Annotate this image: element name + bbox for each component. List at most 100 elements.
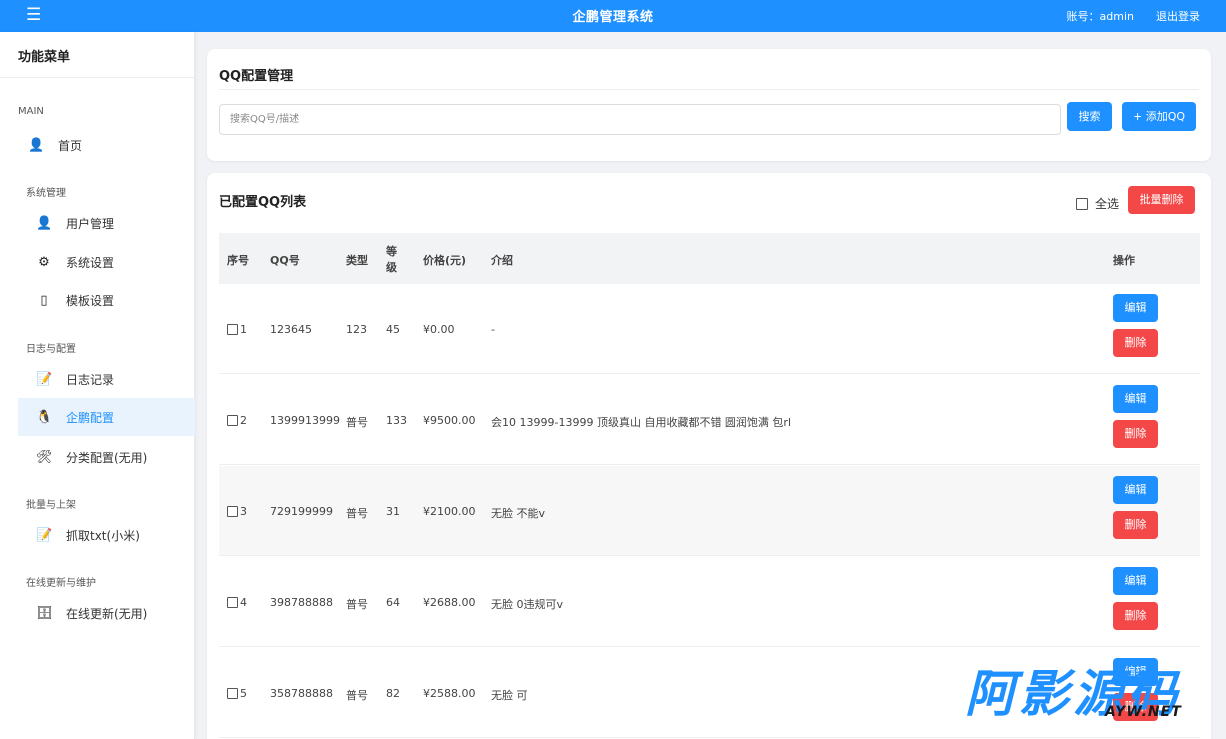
table-row: 1 123645 123 45 ¥0.00 - 编辑 删除	[219, 284, 1200, 374]
row-price: ¥0.00	[423, 323, 455, 336]
row-index: 3	[227, 505, 247, 518]
account-label: 账号：admin	[1066, 10, 1134, 23]
app-title: 企鹏管理系统	[572, 10, 654, 25]
delete-button[interactable]: 删除	[1113, 329, 1158, 357]
header-level: 等级	[386, 245, 397, 274]
sidebar-item-category-config[interactable]: 🛠 分类配置(无用)	[26, 438, 195, 476]
search-button[interactable]: 搜索	[1067, 102, 1112, 131]
note-icon: 📝	[36, 527, 53, 543]
row-level: 133	[386, 414, 407, 427]
table-row: 3 729199999 普号 31 ¥2100.00 无脸 不能v 编辑 删除	[219, 466, 1200, 556]
tools-icon: 🛠	[36, 449, 53, 465]
header-type: 类型	[346, 254, 368, 267]
server-icon: 🗄	[36, 605, 53, 621]
bulk-delete-button[interactable]: 批量删除	[1128, 186, 1195, 214]
sidebar-item-online-update[interactable]: 🗄 在线更新(无用)	[26, 594, 195, 632]
qq-config-title: QQ配置管理	[219, 69, 294, 84]
row-level: 45	[386, 323, 400, 336]
edit-button[interactable]: 编辑	[1113, 385, 1158, 413]
delete-button[interactable]: 删除	[1113, 602, 1158, 630]
delete-button[interactable]: 删除	[1113, 693, 1158, 721]
select-all[interactable]: 全选	[1076, 195, 1119, 212]
header-desc: 介绍	[491, 254, 513, 267]
row-checkbox[interactable]	[227, 687, 238, 699]
row-qq: 729199999	[270, 505, 333, 518]
qq-list-card: 已配置QQ列表 全选 批量删除 序号 QQ号 类型 等级 价格(元) 介绍 操作…	[207, 173, 1211, 739]
sidebar-item-label: 用户管理	[66, 216, 115, 231]
sidebar-group-update: 在线更新与维护	[26, 578, 96, 589]
edit-button[interactable]: 编辑	[1113, 567, 1158, 595]
top-bar: ☰ 企鹏管理系统 账号：admin 退出登录	[0, 0, 1226, 32]
row-qq: 123645	[270, 323, 312, 336]
sidebar-item-fetch-txt[interactable]: 📝 抓取txt(小米)	[26, 516, 195, 554]
row-type: 普号	[346, 416, 368, 429]
sidebar-item-templates[interactable]: ▯ 模板设置	[26, 281, 195, 319]
sidebar-item-label: 系统设置	[66, 255, 115, 270]
header-qq: QQ号	[270, 254, 300, 267]
row-index: 5	[227, 687, 247, 700]
add-qq-button[interactable]: + 添加QQ	[1122, 102, 1196, 131]
search-input[interactable]	[219, 104, 1061, 135]
row-desc: 无脸 可	[491, 689, 528, 702]
row-desc: 会10 13999-13999 顶级真山 自用收藏都不错 圆润饱满 包rl	[491, 416, 792, 429]
row-qq: 1399913999	[270, 414, 340, 427]
sidebar-item-label: 首页	[58, 138, 83, 153]
table-row: 5 358788888 普号 82 ¥2588.00 无脸 可 编辑 删除	[219, 648, 1200, 738]
sidebar-item-home[interactable]: 👤 首页	[18, 126, 195, 164]
header-index: 序号	[227, 254, 249, 267]
delete-button[interactable]: 删除	[1113, 420, 1158, 448]
sidebar-item-label: 企鹏配置	[66, 410, 115, 425]
row-index: 2	[227, 414, 247, 427]
row-type: 普号	[346, 507, 368, 520]
row-type: 普号	[346, 689, 368, 702]
sidebar-item-users[interactable]: 👤 用户管理	[26, 204, 195, 242]
table-header: 序号 QQ号 类型 等级 价格(元) 介绍 操作	[219, 233, 1200, 284]
row-desc: 无脸 不能v	[491, 507, 546, 520]
row-level: 31	[386, 505, 400, 518]
divider	[219, 89, 1199, 90]
sidebar-group-logs: 日志与配置	[26, 344, 76, 355]
header-price: 价格(元)	[423, 254, 467, 267]
row-checkbox[interactable]	[227, 596, 238, 608]
row-checkbox[interactable]	[227, 323, 238, 335]
sidebar-group-main: MAIN	[18, 106, 44, 117]
sidebar-item-label: 模板设置	[66, 293, 115, 308]
row-price: ¥2588.00	[423, 687, 476, 700]
row-checkbox[interactable]	[227, 505, 238, 517]
logout-link[interactable]: 退出登录	[1156, 8, 1200, 24]
sidebar-item-label: 在线更新(无用)	[66, 606, 148, 621]
edit-button[interactable]: 编辑	[1113, 294, 1158, 322]
row-price: ¥9500.00	[423, 414, 476, 427]
table-row: 4 398788888 普号 64 ¥2688.00 无脸 0违规可v 编辑 删…	[219, 557, 1200, 647]
edit-button[interactable]: 编辑	[1113, 476, 1158, 504]
row-price: ¥2688.00	[423, 596, 476, 609]
row-desc: -	[491, 323, 495, 336]
row-desc: 无脸 0违规可v	[491, 598, 564, 611]
row-index: 4	[227, 596, 247, 609]
penguin-icon: 🐧	[36, 409, 53, 425]
delete-button[interactable]: 删除	[1113, 511, 1158, 539]
row-qq: 358788888	[270, 687, 333, 700]
table-row: 2 1399913999 普号 133 ¥9500.00 会10 13999-1…	[219, 375, 1200, 465]
row-checkbox[interactable]	[227, 414, 238, 426]
row-type: 123	[346, 323, 367, 336]
sidebar-group-system: 系统管理	[26, 188, 66, 199]
qq-list-title: 已配置QQ列表	[219, 195, 307, 210]
note-icon: 📝	[36, 371, 53, 387]
sidebar-title: 功能菜单	[0, 32, 194, 78]
row-price: ¥2100.00	[423, 505, 476, 518]
row-level: 82	[386, 687, 400, 700]
select-all-checkbox[interactable]	[1076, 197, 1088, 210]
edit-button[interactable]: 编辑	[1113, 658, 1158, 686]
header-actions: 操作	[1113, 254, 1135, 267]
sidebar-item-penguin-config[interactable]: 🐧 企鹏配置	[18, 398, 195, 436]
sidebar-item-label: 日志记录	[66, 372, 115, 387]
user-icon: 👤	[28, 137, 45, 153]
sidebar-item-logs[interactable]: 📝 日志记录	[26, 360, 195, 398]
sidebar-group-batch: 批量与上架	[26, 500, 76, 511]
row-level: 64	[386, 596, 400, 609]
sidebar-item-settings[interactable]: ⚙ 系统设置	[26, 243, 195, 281]
qq-config-card: QQ配置管理 搜索 + 添加QQ	[207, 49, 1211, 161]
sidebar: 功能菜单 MAIN 👤 首页 系统管理 👤 用户管理 ⚙ 系统设置 ▯ 模板设置…	[0, 32, 195, 739]
row-index: 1	[227, 323, 247, 336]
